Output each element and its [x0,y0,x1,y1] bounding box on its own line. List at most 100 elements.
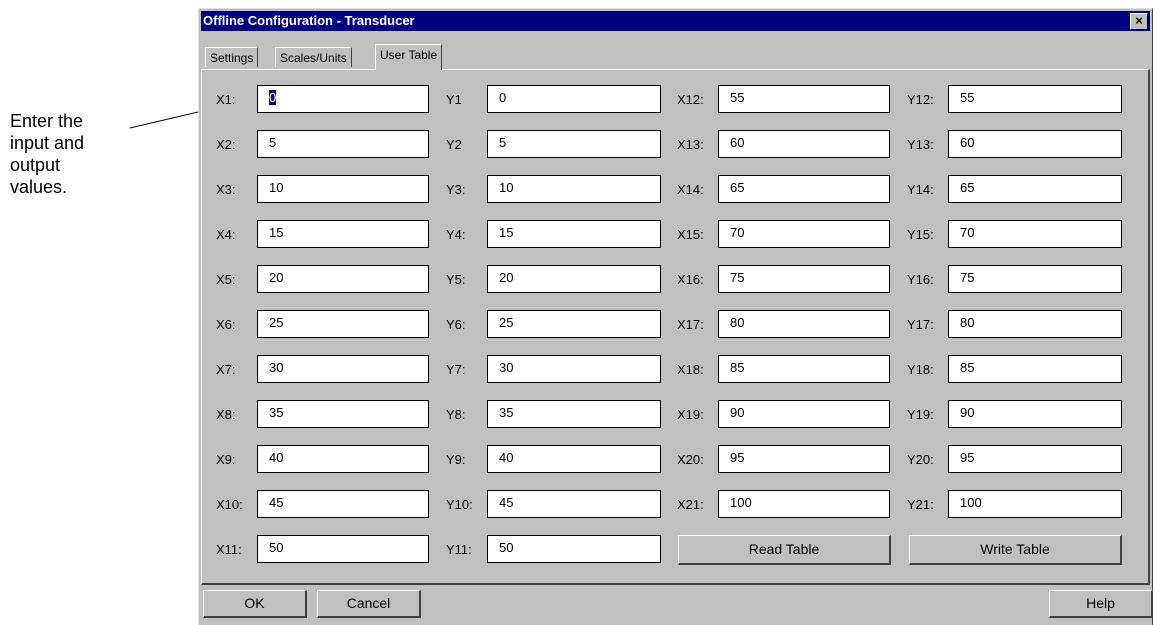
x-input-field[interactable]: 20 [257,265,429,293]
x-label: X2: [216,137,236,152]
x-label: X5: [216,272,236,287]
x-label: X14: [677,182,704,197]
y-label: Y13: [907,137,934,152]
x-label: X6: [216,317,236,332]
x-input-value: 40 [269,450,284,465]
offline-configuration-dialog: Offline Configuration - Transducer × Set… [198,8,1153,625]
x-label: X9: [216,452,236,467]
y-input-value: 85 [960,360,975,375]
x-input-value: 45 [269,495,284,510]
y-input-field[interactable]: 30 [487,355,661,383]
y-input-field[interactable]: 20 [487,265,661,293]
y-input-field[interactable]: 75 [948,265,1122,293]
y-input-field[interactable]: 85 [948,355,1122,383]
x-input-value: 100 [730,495,752,510]
y-input-value: 0 [499,90,507,105]
x-label: X15: [677,227,704,242]
ok-button[interactable]: OK [203,590,307,618]
x-input-field[interactable]: 80 [718,310,890,338]
y-input-field[interactable]: 95 [948,445,1122,473]
x-input-field[interactable]: 30 [257,355,429,383]
y-input-field[interactable]: 45 [487,490,661,518]
x-input-value: 95 [730,450,745,465]
x-input-field[interactable]: 55 [718,85,890,113]
y-input-field[interactable]: 0 [487,85,661,113]
y-label: Y2 [446,137,462,152]
y-input-field[interactable]: 25 [487,310,661,338]
y-input-value: 90 [960,405,975,420]
y-input-field[interactable]: 50 [487,535,661,563]
x-input-value: 65 [730,180,745,195]
read-table-button[interactable]: Read Table [678,535,891,565]
y-input-field[interactable]: 35 [487,400,661,428]
x-input-field[interactable]: 100 [718,490,890,518]
x-input-field[interactable]: 65 [718,175,890,203]
y-input-value: 25 [499,315,514,330]
x-input-value: 80 [730,315,745,330]
y-label: Y7: [446,362,466,377]
y-input-value: 35 [499,405,514,420]
y-input-value: 5 [499,135,507,150]
y-label: Y6: [446,317,466,332]
y-input-value: 45 [499,495,514,510]
x-input-value: 35 [269,405,284,420]
cancel-button[interactable]: Cancel [317,590,421,618]
y-label: Y20: [907,452,934,467]
y-label: Y1 [446,92,462,107]
x-input-field[interactable]: 5 [257,130,429,158]
y-input-field[interactable]: 80 [948,310,1122,338]
tab-settings[interactable]: Settings [205,47,259,67]
x-input-field[interactable]: 85 [718,355,890,383]
x-input-field[interactable]: 10 [257,175,429,203]
y-input-value: 100 [960,495,982,510]
y-input-value: 20 [499,270,514,285]
tab-scales-units[interactable]: Scales/Units [275,47,352,67]
y-input-value: 60 [960,135,975,150]
y-input-field[interactable]: 15 [487,220,661,248]
y-input-value: 75 [960,270,975,285]
x-input-value: 50 [269,540,284,555]
x-input-field[interactable]: 35 [257,400,429,428]
x-input-value: 0 [269,90,277,105]
x-label: X21: [677,497,704,512]
x-input-value: 10 [269,180,284,195]
dialog-title: Offline Configuration - Transducer [203,13,415,28]
close-button[interactable]: × [1130,13,1148,30]
x-input-field[interactable]: 15 [257,220,429,248]
x-input-field[interactable]: 0 [257,85,429,113]
help-button[interactable]: Help [1049,590,1153,618]
y-input-field[interactable]: 5 [487,130,661,158]
x-input-field[interactable]: 90 [718,400,890,428]
y-input-field[interactable]: 10 [487,175,661,203]
x-input-field[interactable]: 75 [718,265,890,293]
x-input-value: 70 [730,225,745,240]
y-input-field[interactable]: 40 [487,445,661,473]
y-input-field[interactable]: 65 [948,175,1122,203]
y-input-field[interactable]: 90 [948,400,1122,428]
y-input-field[interactable]: 55 [948,85,1122,113]
title-bar: Offline Configuration - Transducer × [201,11,1150,31]
x-label: X11: [216,542,242,557]
x-input-field[interactable]: 25 [257,310,429,338]
y-input-field[interactable]: 70 [948,220,1122,248]
tab-user-table[interactable]: User Table [375,44,443,70]
x-input-field[interactable]: 45 [257,490,429,518]
x-label: X12: [677,92,704,107]
y-label: Y17: [907,317,934,332]
x-input-field[interactable]: 40 [257,445,429,473]
x-label: X17: [677,317,704,332]
y-label: Y18: [907,362,934,377]
y-input-value: 80 [960,315,975,330]
y-input-value: 10 [499,180,514,195]
x-input-value: 90 [730,405,745,420]
x-input-field[interactable]: 70 [718,220,890,248]
y-label: Y10: [446,497,473,512]
x-input-field[interactable]: 50 [257,535,429,563]
x-input-field[interactable]: 95 [718,445,890,473]
y-label: Y3: [446,182,466,197]
x-input-value: 30 [269,360,284,375]
y-input-field[interactable]: 60 [948,130,1122,158]
y-input-field[interactable]: 100 [948,490,1122,518]
x-input-field[interactable]: 60 [718,130,890,158]
write-table-button[interactable]: Write Table [909,535,1122,565]
